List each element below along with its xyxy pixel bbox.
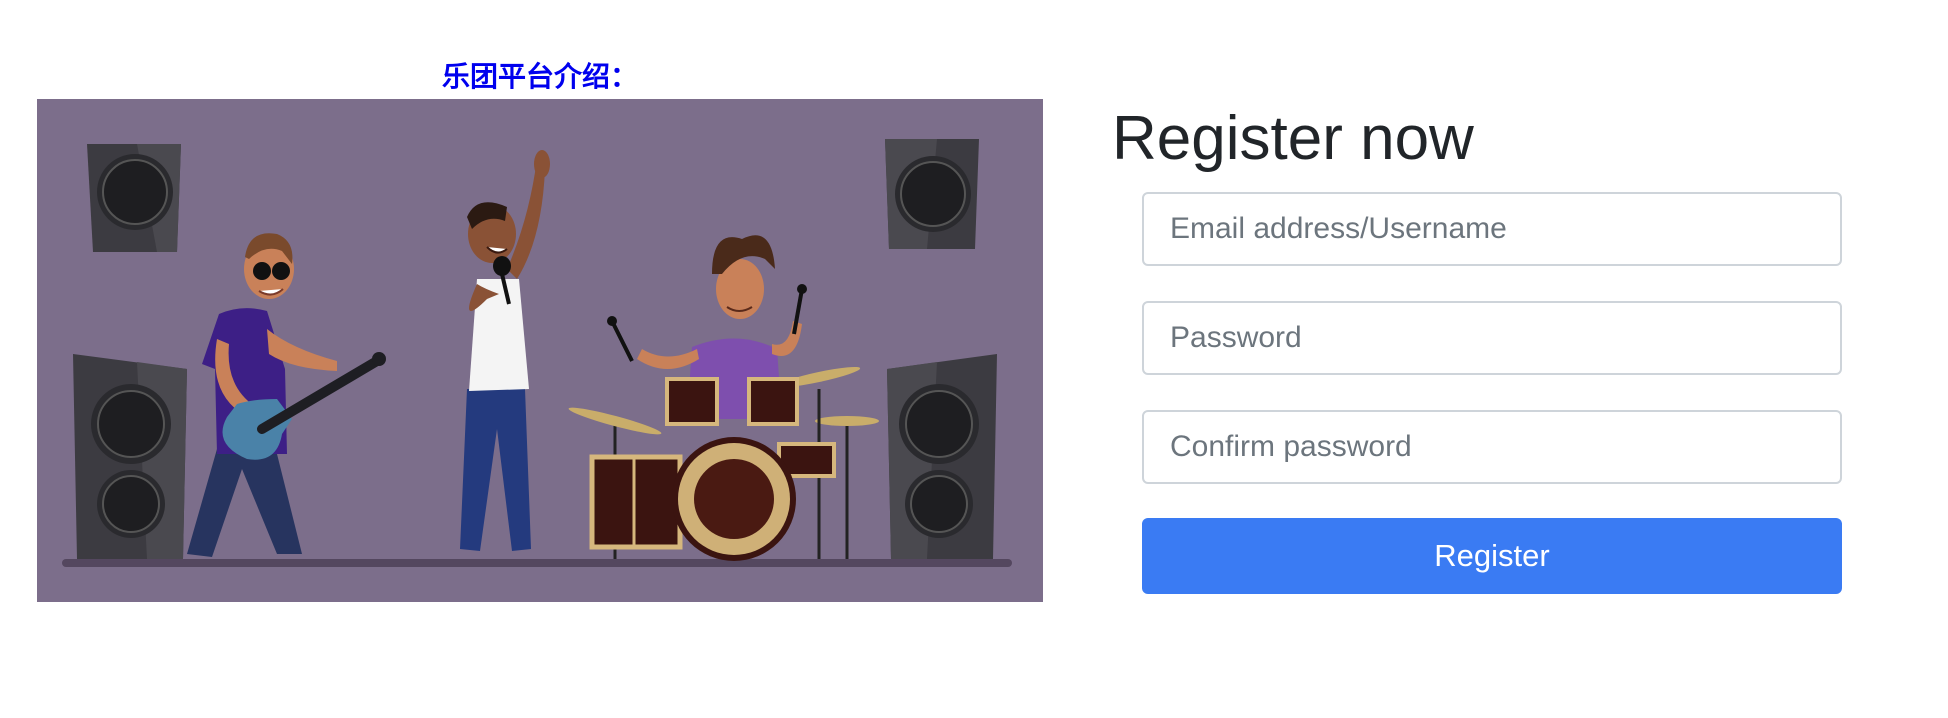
register-page: 乐团平台介绍： Register now Email address/Usern… — [0, 0, 1948, 718]
speaker-bottom-right — [887, 354, 997, 559]
speaker-top-right — [885, 139, 979, 249]
guitarist — [187, 233, 386, 557]
drummer — [568, 235, 879, 561]
intro-title: 乐团平台介绍： — [441, 60, 638, 93]
confirm-password-input[interactable] — [1142, 410, 1842, 484]
singer — [460, 150, 550, 551]
password-input[interactable] — [1142, 301, 1842, 375]
band-illustration — [37, 99, 1043, 602]
register-button[interactable]: Register — [1142, 518, 1842, 594]
email-username-input[interactable] — [1142, 192, 1842, 266]
speaker-top-left — [87, 144, 181, 252]
speaker-bottom-left — [73, 354, 187, 559]
register-heading: Register now — [1112, 104, 1474, 173]
